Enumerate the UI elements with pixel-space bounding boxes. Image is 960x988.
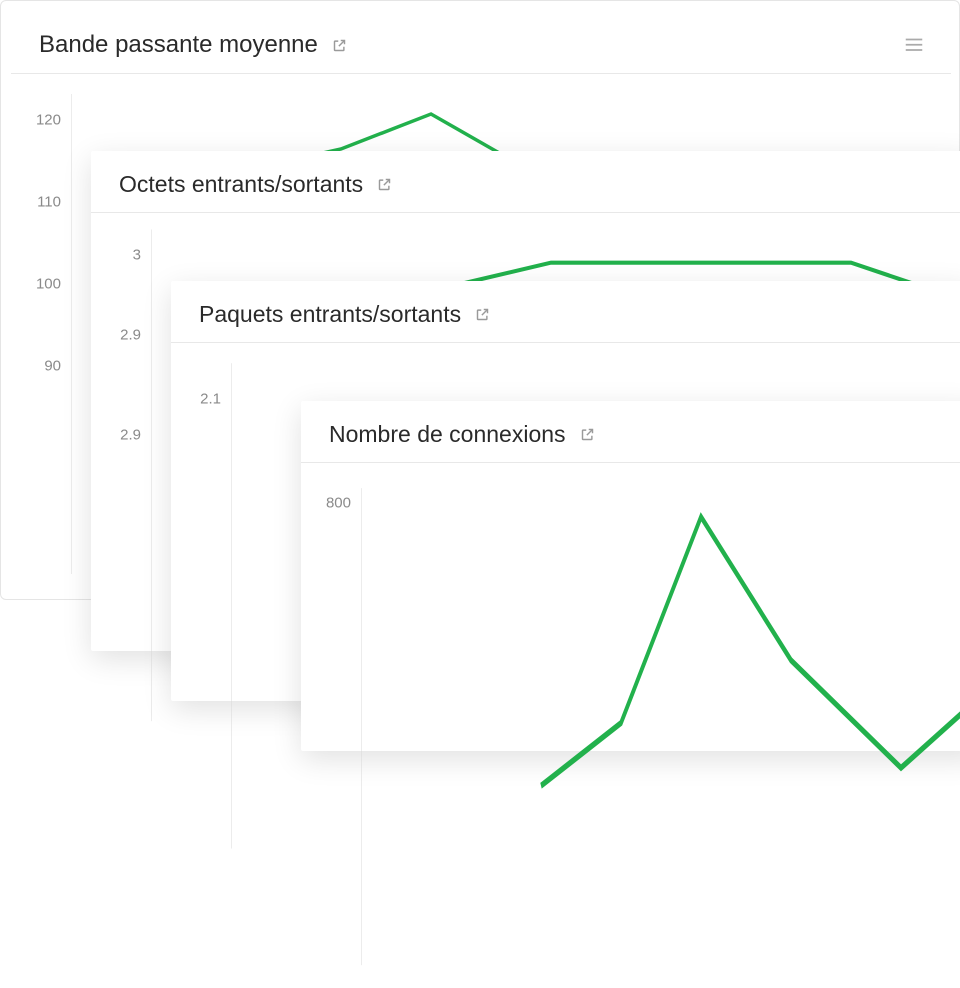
y-tick: 120 (36, 112, 61, 129)
y-tick: 2.1 (200, 391, 221, 408)
card-title: Bande passante moyenne (39, 31, 318, 59)
chart-plot (361, 463, 960, 983)
y-tick: 100 (36, 276, 61, 293)
y-tick: 90 (44, 358, 61, 375)
open-external-icon[interactable] (580, 427, 595, 442)
card-title: Paquets entrants/sortants (199, 301, 461, 328)
chart-body: 800 (301, 463, 960, 983)
y-tick: 2.9 (120, 327, 141, 344)
card-header: Bande passante moyenne (11, 11, 951, 74)
chart-card-connections: Nombre de connexions 800 (301, 401, 960, 751)
open-external-icon[interactable] (377, 177, 392, 192)
card-title: Nombre de connexions (329, 421, 566, 448)
menu-icon[interactable] (905, 38, 923, 52)
card-title: Octets entrants/sortants (119, 171, 363, 198)
card-header: Octets entrants/sortants (91, 151, 960, 213)
y-tick: 2.9 (120, 427, 141, 444)
card-header: Nombre de connexions (301, 401, 960, 463)
y-tick: 800 (326, 495, 351, 512)
open-external-icon[interactable] (332, 38, 347, 53)
card-header: Paquets entrants/sortants (171, 281, 960, 343)
open-external-icon[interactable] (475, 307, 490, 322)
y-tick: 3 (133, 247, 141, 264)
y-tick: 110 (37, 194, 61, 211)
card-title-wrap: Bande passante moyenne (39, 31, 347, 59)
